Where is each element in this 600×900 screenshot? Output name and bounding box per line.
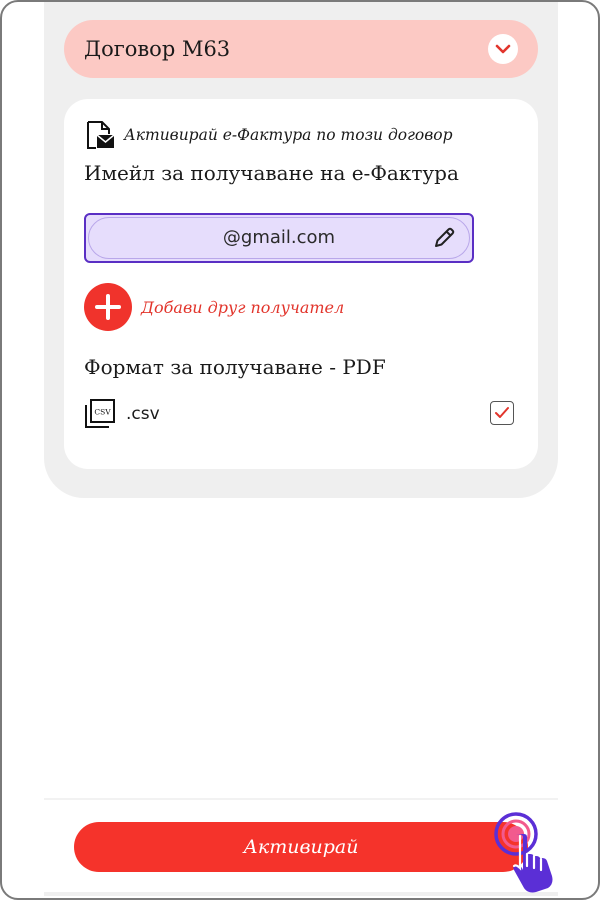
email-field[interactable]: @gmail.com: [84, 213, 474, 263]
contract-dropdown[interactable]: Договор М63: [64, 20, 538, 78]
check-icon: [495, 407, 509, 418]
csv-checkbox[interactable]: [490, 401, 514, 425]
einvoice-card: Активирай е-Фактура по този договор Имей…: [64, 99, 538, 469]
format-heading: Формат за получаване - PDF: [84, 355, 386, 379]
activate-button[interactable]: Активирай: [74, 822, 528, 872]
plus-icon[interactable]: [84, 283, 132, 331]
add-recipient-label: Добави друг получател: [141, 297, 345, 317]
contract-panel: Договор М63 Активирай е-Фактура по този …: [44, 2, 558, 498]
svg-text:CSV: CSV: [94, 408, 111, 417]
pencil-icon[interactable]: [432, 226, 456, 250]
phone-frame: Договор М63 Активирай е-Фактура по този …: [0, 0, 600, 900]
csv-label: .csv: [126, 404, 160, 424]
csv-option-row[interactable]: CSV .csv: [84, 397, 518, 431]
email-value[interactable]: @gmail.com: [86, 215, 472, 261]
add-recipient-button[interactable]: Добави друг получател: [84, 283, 344, 331]
csv-file-icon: CSV: [85, 399, 115, 428]
email-heading: Имейл за получаване на е-Фактура: [84, 161, 459, 185]
activate-einvoice-label: Активирай е-Фактура по този договор: [124, 126, 453, 144]
activate-einvoice-row[interactable]: Активирай е-Фактура по този договор: [84, 119, 453, 151]
email-invoice-icon: [87, 121, 115, 149]
contract-title: Договор М63: [84, 37, 231, 61]
chevron-down-icon[interactable]: [488, 34, 518, 64]
bottom-action-bar: Активирай: [44, 798, 558, 896]
hand-pointer-icon: [494, 812, 553, 893]
